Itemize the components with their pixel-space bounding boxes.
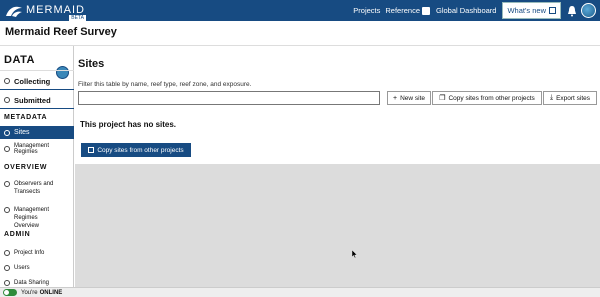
new-site-label: New site bbox=[400, 94, 426, 102]
sidebar-item-observers-transects[interactable]: Observers and Transects bbox=[0, 180, 74, 196]
copy-sites-button[interactable]: ❐ Copy sites from other projects bbox=[432, 91, 542, 105]
info-icon bbox=[4, 250, 10, 256]
connection-status-bar: You're ONLINE bbox=[0, 287, 600, 297]
sidebar-item-submitted[interactable]: Submitted bbox=[0, 93, 74, 107]
export-sites-label: Export sites bbox=[556, 94, 591, 102]
sites-icon bbox=[4, 129, 10, 136]
sidebar-heading-data: DATA bbox=[4, 54, 35, 66]
copy-sites-label: Copy sites from other projects bbox=[448, 94, 535, 102]
sidebar-item-label: Management Regimes bbox=[14, 207, 50, 221]
sidebar-item-label: Transects bbox=[14, 189, 41, 195]
share-icon bbox=[4, 280, 10, 286]
user-avatar[interactable] bbox=[581, 3, 596, 18]
sidebar-item-label: Users bbox=[14, 265, 30, 271]
sidebar-item-label: Overview bbox=[14, 223, 40, 229]
online-toggle[interactable] bbox=[3, 289, 17, 296]
spreadsheet-icon bbox=[422, 6, 430, 15]
top-navigation-bar: MERMAID BETA Projects Reference Global D… bbox=[0, 0, 600, 21]
sidebar-divider bbox=[0, 70, 74, 71]
notification-bell-icon[interactable] bbox=[566, 5, 578, 17]
mouse-cursor-icon bbox=[352, 250, 357, 258]
sidebar-heading-admin: ADMIN bbox=[4, 231, 31, 238]
check-circle-icon bbox=[4, 97, 10, 103]
sidebar-heading-metadata: METADATA bbox=[4, 114, 48, 121]
sidebar-item-management-regimes[interactable]: Management Regimes bbox=[0, 143, 74, 155]
sidebar-item-label-wrap: Management Regimes Overview bbox=[14, 206, 74, 230]
mermaid-logo-icon bbox=[6, 6, 22, 17]
sidebar: DATA Collecting Submitted METADATA Sites… bbox=[0, 46, 74, 297]
sidebar-item-label: Sites bbox=[14, 129, 30, 136]
filter-input[interactable] bbox=[78, 91, 380, 105]
overview-icon bbox=[4, 207, 10, 213]
sidebar-item-label: Project Info bbox=[14, 250, 45, 256]
sidebar-divider bbox=[0, 108, 74, 109]
new-site-button[interactable]: + New site bbox=[387, 91, 431, 105]
project-title: Mermaid Reef Survey bbox=[5, 26, 117, 38]
sidebar-item-label: Collecting bbox=[14, 76, 51, 86]
sidebar-item-collecting[interactable]: Collecting bbox=[0, 74, 74, 88]
nav-link-reference-label: Reference bbox=[385, 6, 420, 15]
copy-icon bbox=[88, 147, 95, 153]
sidebar-divider bbox=[0, 89, 74, 90]
users-icon bbox=[4, 265, 10, 271]
mermaid-logo[interactable]: MERMAID BETA bbox=[4, 3, 86, 21]
status-state: ONLINE bbox=[39, 289, 63, 296]
plus-icon: + bbox=[392, 94, 398, 102]
empty-content-area bbox=[75, 164, 600, 287]
beta-badge: BETA bbox=[69, 14, 86, 21]
whats-new-button[interactable]: What's new bbox=[502, 2, 561, 19]
copy-sites-primary-label: Copy sites from other projects bbox=[97, 146, 184, 154]
nav-link-reference[interactable]: Reference bbox=[385, 6, 431, 15]
nav-link-global-dashboard[interactable]: Global Dashboard bbox=[436, 6, 496, 15]
sidebar-item-sites[interactable]: Sites bbox=[0, 126, 74, 139]
whats-new-label: What's new bbox=[507, 6, 546, 15]
sidebar-item-label: Data Sharing bbox=[14, 280, 50, 286]
external-link-icon bbox=[549, 7, 556, 14]
sidebar-heading-overview: OVERVIEW bbox=[4, 164, 48, 171]
sidebar-item-label: Observers and bbox=[14, 181, 54, 187]
sidebar-item-project-info[interactable]: Project Info bbox=[0, 248, 74, 258]
page-heading: Sites bbox=[78, 58, 105, 70]
copy-icon: ❐ bbox=[439, 95, 446, 102]
nav-link-projects[interactable]: Projects bbox=[353, 6, 380, 15]
sidebar-item-label: Management Regimes bbox=[14, 143, 50, 155]
sites-panel: Sites Filter this table by name, reef ty… bbox=[75, 46, 600, 164]
clipboard-icon bbox=[4, 78, 10, 84]
management-icon bbox=[4, 146, 10, 152]
observers-icon bbox=[4, 181, 10, 187]
export-sites-button[interactable]: ⤓ Export sites bbox=[543, 91, 597, 105]
sidebar-item-management-overview[interactable]: Management Regimes Overview bbox=[0, 206, 74, 229]
empty-state-message: This project has no sites. bbox=[80, 120, 177, 129]
sidebar-item-users[interactable]: Users bbox=[0, 263, 74, 273]
status-prefix: You're bbox=[21, 289, 38, 296]
sidebar-item-label: Submitted bbox=[14, 95, 51, 105]
sidebar-item-label-wrap: Observers and Transects bbox=[14, 180, 53, 196]
filter-label: Filter this table by name, reef type, re… bbox=[78, 81, 252, 88]
download-icon: ⤓ bbox=[549, 94, 554, 101]
copy-sites-primary-button[interactable]: Copy sites from other projects bbox=[81, 143, 191, 157]
